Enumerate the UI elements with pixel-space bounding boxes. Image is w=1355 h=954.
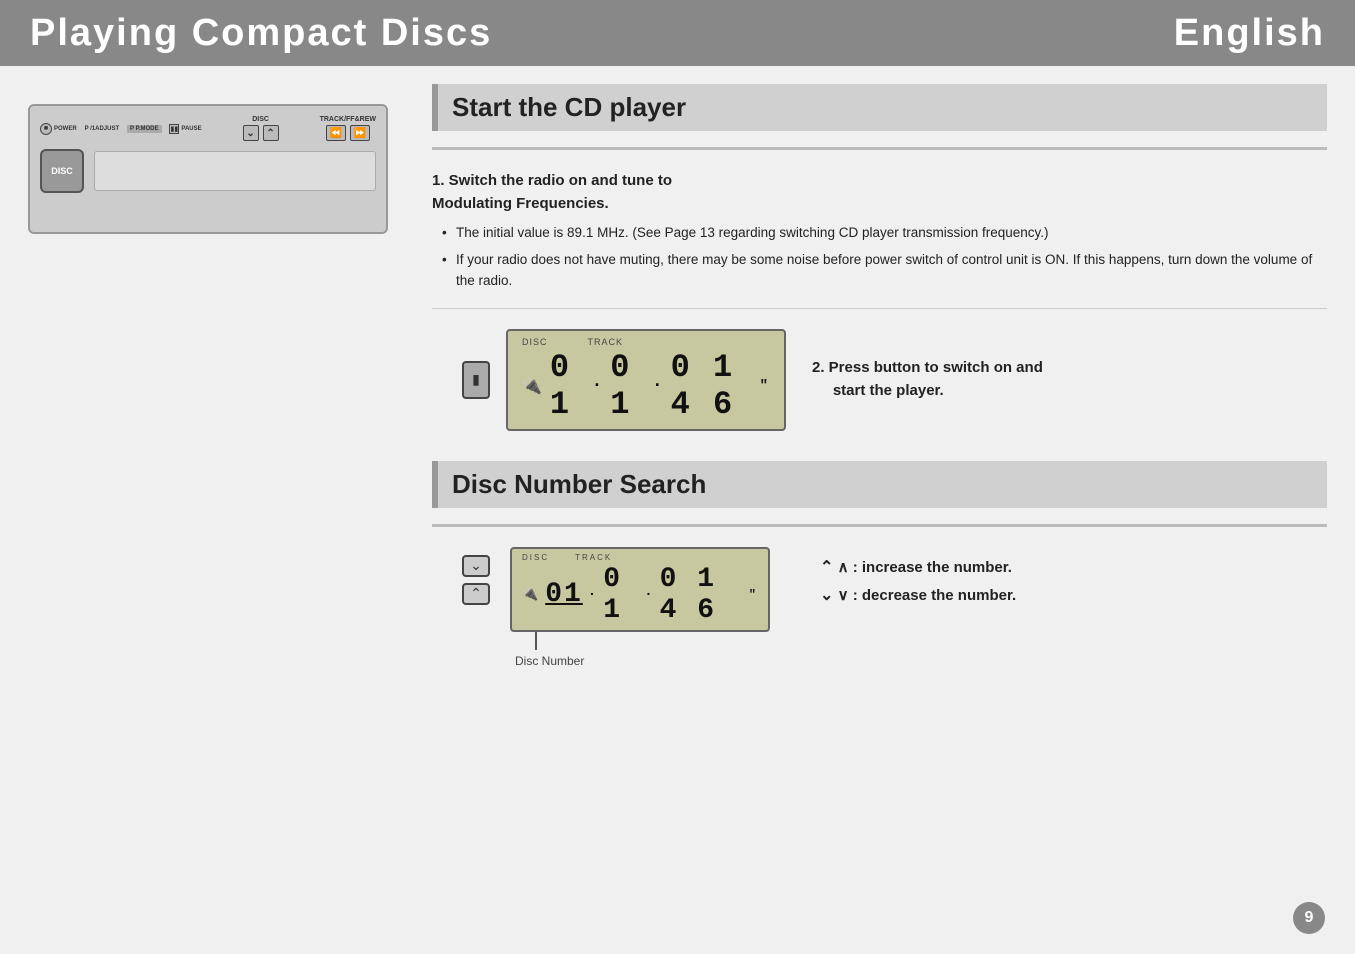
- decrease-label: ⌄ ∨ : decrease the number.: [820, 585, 1016, 605]
- main-content: ■ POWER P /1ADJUST P P.MODE ▮▮ PAUSE DIS…: [0, 66, 1355, 686]
- chevron-down-btn[interactable]: ⌄: [462, 555, 490, 577]
- cd-player-device: ■ POWER P /1ADJUST P P.MODE ▮▮ PAUSE DIS…: [28, 104, 388, 234]
- device-left-buttons: ■ POWER P /1ADJUST P P.MODE ▮▮ PAUSE: [40, 123, 202, 135]
- ff-btn: ⏩: [350, 125, 370, 141]
- annotation-line: [535, 632, 537, 650]
- increase-label: ⌃ ∧ : increase the number.: [820, 557, 1016, 577]
- section2-title: Disc Number Search: [452, 469, 706, 499]
- lcd1-top-labels: DISC TRACK: [522, 337, 623, 347]
- adjust-label: P /1ADJUST: [85, 126, 120, 132]
- rew-btn: ⏪: [326, 125, 346, 141]
- step1-bottom-divider: [432, 308, 1327, 309]
- step2-area: ▮ DISC TRACK 🔌 0 1 · 0 1 · 0 1 4 6 ": [462, 329, 1327, 431]
- section2-header: Disc Number Search: [432, 461, 1327, 508]
- right-content: Start the CD player 1. Switch the radio …: [432, 84, 1327, 668]
- bullet-1: • The initial value is 89.1 MHz. (See Pa…: [442, 223, 1327, 244]
- section2-area: Disc Number Search ⌄ ⌃ DISC TRACK: [432, 461, 1327, 668]
- disc-display-area: DISC TRACK 🔌 01 · 0 1 · 0 1 4 6 ": [510, 547, 770, 668]
- chevron-up-btn[interactable]: ⌃: [462, 583, 490, 605]
- step2-heading: 2. Press button to switch on and start t…: [812, 357, 1043, 402]
- device-illustration-area: ■ POWER P /1ADJUST P P.MODE ▮▮ PAUSE DIS…: [28, 84, 408, 668]
- pause-btn: ▮▮: [169, 124, 179, 134]
- lcd1-disc-label: DISC: [522, 337, 548, 347]
- disc-number-label: Disc Number: [515, 654, 584, 668]
- disc-chevrons: ⌄ ⌃: [462, 555, 490, 605]
- disc-up-btn: ⌃: [263, 125, 279, 141]
- pause-label: PAUSE: [181, 126, 201, 132]
- device-disc-label: DISC ⌄ ⌃: [243, 116, 279, 141]
- page-header: Playing Compact Discs English: [0, 0, 1355, 66]
- lcd1-digits: 🔌 0 1 · 0 1 · 0 1 4 6 ": [522, 349, 770, 423]
- device-screen-area: [94, 151, 376, 191]
- page-title: Playing Compact Discs: [30, 12, 492, 55]
- pmode-label: P P.MODE: [127, 125, 161, 133]
- step1-text: 1. Switch the radio on and tune toModula…: [432, 170, 1327, 292]
- language-label: English: [1174, 12, 1325, 55]
- disc-number-annotation: Disc Number: [515, 632, 775, 668]
- lcd2-top-labels: DISC TRACK: [522, 553, 758, 562]
- disc-slot-icon: DISC: [40, 149, 84, 193]
- section1-divider: [432, 147, 1327, 150]
- section2-divider: [432, 524, 1327, 527]
- step1-area: 1. Switch the radio on and tune toModula…: [432, 170, 1327, 292]
- step2-text: 2. Press button to switch on and start t…: [812, 357, 1043, 402]
- disc-down-btn: ⌄: [243, 125, 259, 141]
- device-middle-row: DISC: [40, 149, 376, 193]
- section1-header: Start the CD player: [432, 84, 1327, 131]
- step1-bullets: • The initial value is 89.1 MHz. (See Pa…: [432, 223, 1327, 292]
- power-button-icon: ▮: [462, 361, 490, 399]
- arrow-labels: ⌃ ∧ : increase the number. ⌄ ∨ : decreas…: [820, 557, 1016, 613]
- lcd-display-2: DISC TRACK 🔌 01 · 0 1 · 0 1 4 6 ": [510, 547, 770, 632]
- lcd2-disc-label: DISC: [522, 553, 549, 562]
- power-label: POWER: [54, 126, 77, 132]
- lcd2-track-label: TRACK: [575, 553, 612, 562]
- power-button-small: ■: [40, 123, 52, 135]
- lcd2-digits: 🔌 01 · 0 1 · 0 1 4 6 ": [522, 564, 758, 626]
- lcd1-track-label: TRACK: [588, 337, 624, 347]
- device-track-label: TRACK/FF&REW ⏪ ⏩: [320, 116, 376, 141]
- device-top-controls: ■ POWER P /1ADJUST P P.MODE ▮▮ PAUSE DIS…: [40, 116, 376, 141]
- page-number: 9: [1293, 902, 1325, 934]
- section1-title: Start the CD player: [452, 92, 686, 122]
- bullet-2: • If your radio does not have muting, th…: [442, 250, 1327, 292]
- lcd-display-1: DISC TRACK 🔌 0 1 · 0 1 · 0 1 4 6 ": [506, 329, 786, 431]
- disc-search-controls: ⌄ ⌃ DISC TRACK 🔌 01 · 0 1: [432, 547, 1327, 668]
- step1-heading: 1. Switch the radio on and tune toModula…: [432, 170, 1327, 215]
